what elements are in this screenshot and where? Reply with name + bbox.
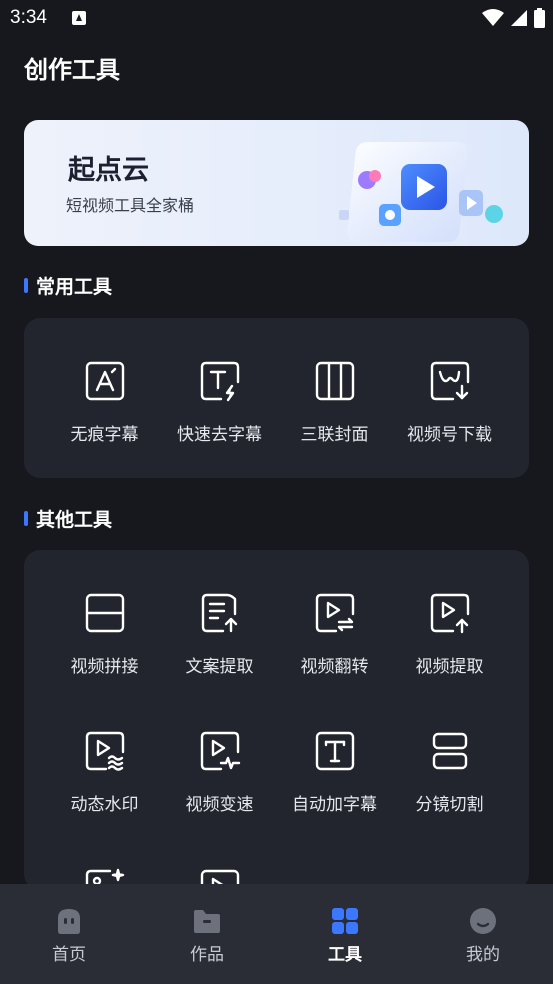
tab-label: 我的: [466, 945, 500, 965]
video-upload-icon: [430, 593, 469, 634]
tab-tools[interactable]: 工具: [305, 906, 385, 965]
status-bar: 3:34: [0, 0, 553, 36]
grid-icon: [332, 908, 358, 934]
tool-label: 三联封面: [300, 425, 369, 445]
tool-fast-remove-subtitle[interactable]: 快速去字幕: [162, 360, 277, 445]
tool-auto-subtitle[interactable]: 自动加字幕: [277, 730, 392, 815]
text-flash-icon: [200, 361, 239, 402]
tab-profile[interactable]: 我的: [443, 906, 523, 965]
signal-icon: [511, 10, 527, 26]
section-accent-bar: [24, 278, 28, 293]
battery-icon: [534, 8, 545, 28]
wifi-icon: [482, 9, 504, 26]
home-icon: [58, 909, 80, 934]
tool-label: 视频提取: [415, 657, 484, 677]
tool-video-extract[interactable]: 视频提取: [392, 592, 507, 677]
tool-video-flip[interactable]: 视频翻转: [277, 592, 392, 677]
common-tools-card: 无痕字幕 快速去字幕 三联封面 视频号下载: [24, 318, 529, 478]
status-time: 3:34: [10, 7, 47, 28]
tool-label: 视频翻转: [300, 657, 369, 677]
section-other-title: 其他工具: [36, 509, 113, 531]
page-title: 创作工具: [24, 56, 120, 84]
tool-label: 视频变速: [185, 795, 254, 815]
system-icons: [482, 8, 545, 28]
doc-upload-icon: [201, 593, 237, 633]
promo-banner[interactable]: 起点云 短视频工具全家桶: [24, 120, 529, 246]
tab-works[interactable]: 作品: [167, 906, 247, 965]
auto-text-icon: [315, 731, 354, 771]
tool-copy-extract[interactable]: 文案提取: [162, 592, 277, 677]
tool-label: 快速去字幕: [177, 425, 262, 445]
tool-channel-download[interactable]: 视频号下载: [392, 360, 507, 445]
banner-illustration: [339, 142, 503, 242]
tab-label: 作品: [190, 945, 224, 965]
tool-label: 视频拼接: [70, 657, 139, 677]
banner-title: 起点云: [68, 155, 149, 186]
section-accent-bar: [24, 511, 28, 526]
tool-dynamic-watermark[interactable]: 动态水印: [47, 730, 162, 815]
video-download-icon: [430, 361, 469, 401]
banner-subtitle: 短视频工具全家桶: [66, 196, 195, 215]
tab-label: 工具: [328, 945, 362, 965]
tool-label: 自动加字幕: [292, 795, 377, 815]
tool-triple-cover[interactable]: 三联封面: [277, 360, 392, 445]
video-flip-icon: [315, 593, 354, 633]
tool-scene-cut[interactable]: 分镜切割: [392, 730, 507, 815]
tool-label: 无痕字幕: [70, 425, 139, 445]
tool-label: 文案提取: [185, 657, 254, 677]
section-other-tools: 其他工具: [24, 505, 112, 532]
section-common-tools: 常用工具: [24, 272, 112, 299]
tab-home[interactable]: 首页: [29, 906, 109, 965]
notification-a-icon: [72, 11, 86, 25]
split-panel-icon: [85, 593, 124, 633]
scene-cut-icon: [432, 732, 467, 770]
triple-cover-icon: [315, 361, 354, 401]
tool-label: 视频号下载: [407, 425, 492, 445]
bottom-tab-bar: 首页 作品 工具 我的: [0, 884, 553, 984]
tool-no-trace-subtitle[interactable]: 无痕字幕: [47, 360, 162, 445]
video-watermark-icon: [85, 731, 124, 771]
video-speed-icon: [200, 731, 240, 771]
section-common-title: 常用工具: [36, 276, 113, 298]
text-a-icon: [85, 361, 124, 401]
tool-label: 分镜切割: [415, 795, 484, 815]
other-tools-card: 视频拼接 文案提取 视频翻转 视频提取 动态水印 视频变速 自动加字幕 分镜切割: [24, 550, 529, 890]
tool-label: 动态水印: [70, 795, 139, 815]
tool-video-speed[interactable]: 视频变速: [162, 730, 277, 815]
tab-label: 首页: [52, 945, 86, 965]
folder-icon: [194, 910, 220, 933]
profile-icon: [470, 908, 496, 934]
tool-video-join[interactable]: 视频拼接: [47, 592, 162, 677]
